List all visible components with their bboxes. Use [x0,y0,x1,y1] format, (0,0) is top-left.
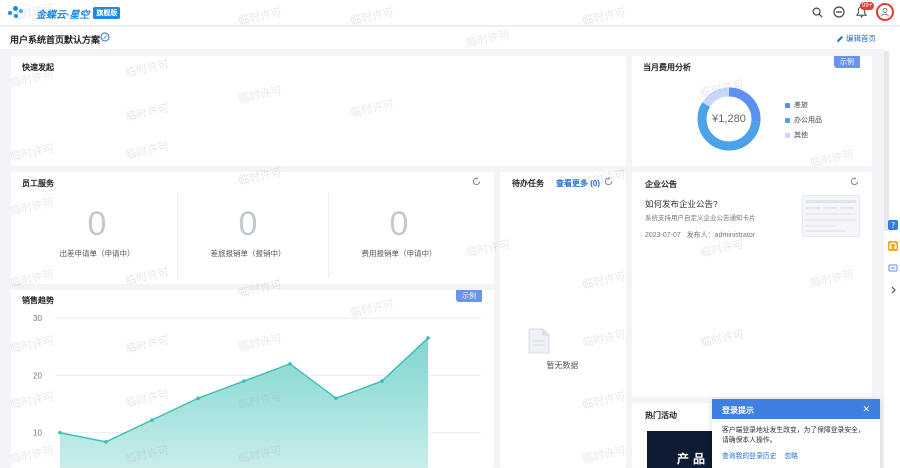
quick-launch-card: 快速发起 [11,56,626,166]
edit-home-button[interactable]: 编辑首页 [836,33,876,44]
sales-trend-chart: 30 20 10 [33,314,481,468]
todo-count: (0) [590,179,601,188]
notification-bell-icon[interactable]: 99+ [854,2,875,19]
y-tick-label: 20 [33,371,42,380]
expense-analysis-title: 当月费用分析 [643,63,691,72]
y-tick-label: 30 [33,314,42,323]
login-history-link[interactable]: 查询我的登录历史 [722,450,776,460]
empty-document-icon [528,328,550,354]
top-bar: 金蝶云·星空 旗舰版 99+ [0,0,900,26]
notice-card: 企业公告 如何发布企业公告? 系统支持用户自定义企业公告通知卡片 2023-07… [632,172,872,397]
refresh-icon[interactable] [472,177,482,187]
employee-service-card: 员工服务 0 出差申请单（申请中） 0 差旅报销单（报销中） 0 费用报销单（申… [11,172,494,284]
hot-events-title: 热门活动 [645,411,677,420]
legend-item-office: 办公用品 [785,115,822,125]
top-actions: 99+ [810,2,894,21]
expense-total-value: ¥1,280 [712,113,746,125]
logo-mark-icon [8,5,32,21]
svc-expense-reimburse-count: 0 [389,205,409,243]
minimize-circle-icon[interactable] [832,5,846,19]
refresh-icon[interactable] [604,177,614,187]
expense-analysis-card: 当月费用分析 示例 ¥1,280 差旅 办公用品 其他 [632,56,872,166]
y-tick-label: 10 [33,429,42,438]
brand-edition-badge: 旗舰版 [93,7,121,19]
sales-point [426,336,430,340]
notice-item-title: 如何发布企业公告? [645,199,718,209]
hot-event-banner-text: 产品 [677,452,710,466]
login-notice-popup: 登录提示 ✕ 客户端登录地址发生改变，为了保障登录安全，请确保本人操作。 查询我… [712,399,880,468]
svc-trip-request-count: 0 [87,205,107,243]
ignore-link[interactable]: 忽略 [784,450,798,460]
right-rail: ? [884,27,900,468]
help-icon[interactable]: ? [888,220,898,230]
user-avatar[interactable] [876,3,894,21]
notice-title: 企业公告 [645,180,677,189]
sales-point [58,430,62,435]
edit-pencil-icon [837,35,843,42]
login-notice-body: 客户端登录地址发生改变，为了保障登录安全，请确保本人操作。 [722,427,865,444]
sales-point [242,379,246,383]
close-icon[interactable]: ✕ [862,404,870,415]
scheme-switch-icon[interactable] [100,32,110,44]
brand-name: 金蝶云·星空 [36,9,90,21]
brand-logo[interactable]: 金蝶云·星空 旗舰版 [8,5,121,21]
svc-trip-request-label: 出差申请单（申请中） [59,249,135,258]
employee-service-title: 员工服务 [22,179,54,188]
svc-travel-reimburse-label: 差旅报销单（报销中） [210,249,286,258]
login-notice-header: 登录提示 ✕ [712,399,880,419]
edit-home-label: 编辑首页 [846,34,876,43]
svc-expense-reimburse[interactable]: 0 费用报销单（申请中） [324,192,474,278]
login-notice-links: 查询我的登录历史 忽略 [722,450,798,460]
search-icon[interactable] [810,5,824,19]
quick-launch-title: 快速发起 [22,63,54,72]
svc-trip-request[interactable]: 0 出差申请单（申请中） [22,192,172,278]
sales-area [60,338,428,468]
sales-point [104,440,108,444]
svc-expense-reimburse-label: 费用报销单（申请中） [361,249,437,258]
todo-more-link[interactable]: 查看更多 (0) [556,178,600,189]
example-tag: 示例 [834,56,860,68]
expand-chevron-icon[interactable] [888,285,898,295]
login-notice-title: 登录提示 [722,406,754,415]
legend-item-other: 其他 [785,130,822,140]
service-icon[interactable] [888,241,898,251]
svc-travel-reimburse[interactable]: 0 差旅报销单（报销中） [173,192,323,278]
sales-point [196,396,200,401]
expense-legend: 差旅 办公用品 其他 [785,100,822,145]
message-icon[interactable] [888,263,898,273]
notification-count-badge: 99+ [860,2,875,10]
svc-travel-reimburse-count: 0 [238,205,258,243]
notice-item-desc: 系统支持用户自定义企业公告通知卡片 [645,215,756,222]
sales-trend-card: 销售趋势 示例 30 20 10 [11,290,494,468]
todo-card: 待办任务 查看更多 (0) 暂无数据 [500,172,626,468]
sales-point [288,362,292,366]
notice-item-meta: 2023-07-07 发布人：administrator [645,232,756,239]
notice-thumbnail [802,195,860,237]
sales-point [150,418,154,422]
page-title: 用户系统首页默认方案 [10,35,101,45]
sales-point [334,396,338,401]
scrollbar[interactable] [884,51,889,231]
page-title-bar: 用户系统首页默认方案 编辑首页 [0,27,884,49]
empty-state-text: 暂无数据 [546,361,579,370]
sales-point [380,379,384,383]
svg-text:?: ? [891,221,895,230]
legend-item-travel: 差旅 [785,100,822,110]
todo-title: 待办任务 [512,179,544,188]
refresh-icon[interactable] [850,177,860,187]
